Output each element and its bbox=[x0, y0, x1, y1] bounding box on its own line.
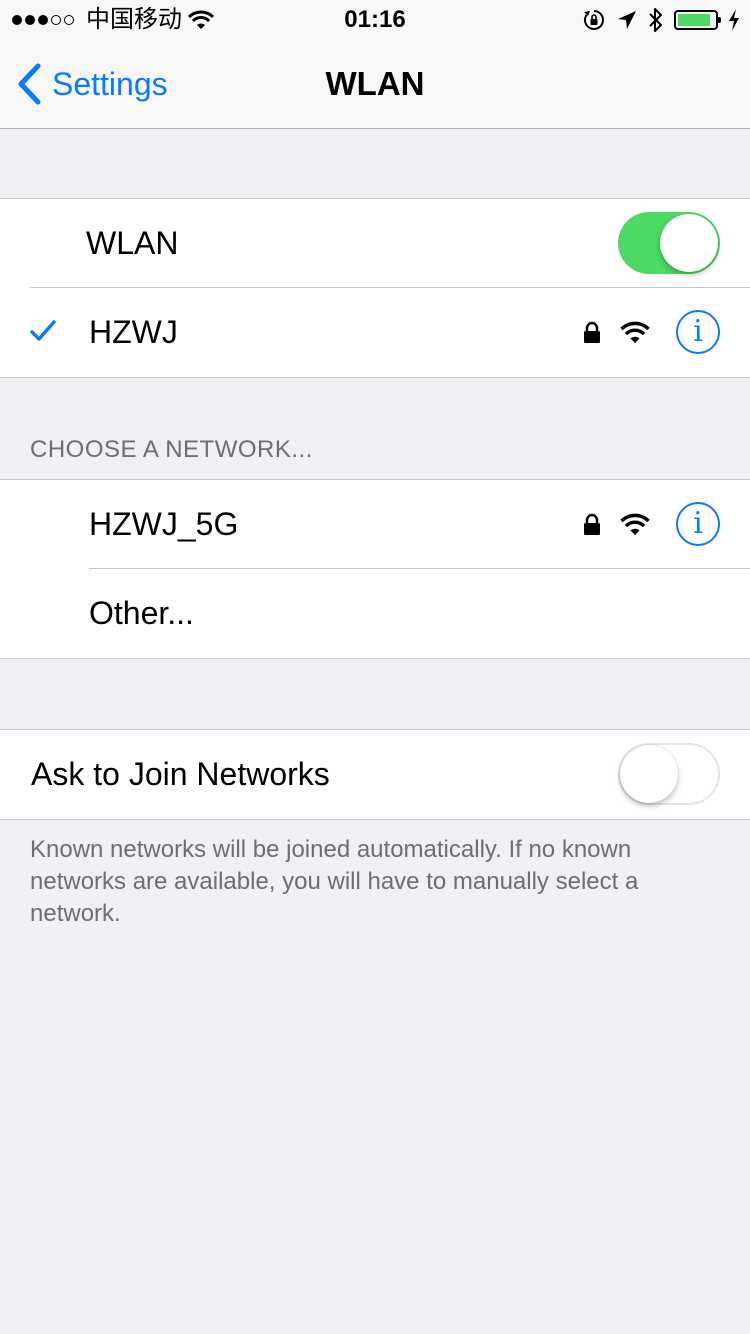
wlan-label: WLAN bbox=[86, 225, 179, 261]
checkmark-icon bbox=[30, 320, 56, 341]
info-button[interactable]: i bbox=[676, 310, 720, 354]
bluetooth-icon bbox=[649, 8, 662, 32]
other-network-row[interactable]: Other... bbox=[0, 569, 750, 658]
wifi-signal-icon bbox=[620, 321, 650, 343]
lock-icon bbox=[584, 321, 600, 343]
wlan-group: WLAN HZWJ i bbox=[0, 198, 750, 378]
page-title: WLAN bbox=[325, 65, 425, 102]
orientation-lock-icon bbox=[584, 10, 604, 30]
ask-to-join-label: Ask to Join Networks bbox=[31, 756, 330, 792]
section-header-choose-network: CHOOSE A NETWORK... bbox=[30, 436, 313, 463]
lock-icon bbox=[584, 513, 600, 535]
connected-network-row[interactable]: HZWJ i bbox=[0, 288, 750, 377]
wlan-toggle-row: WLAN bbox=[0, 199, 750, 288]
networks-group: HZWJ_5G i Other... bbox=[0, 479, 750, 659]
navigation-bar: Settings WLAN bbox=[0, 40, 750, 129]
other-network-label: Other... bbox=[89, 595, 194, 631]
toggle-knob bbox=[660, 214, 718, 272]
network-name: HZWJ_5G bbox=[89, 506, 239, 542]
battery-icon bbox=[674, 10, 721, 30]
ask-to-join-footer: Known networks will be joined automatica… bbox=[30, 836, 639, 927]
ask-to-join-group: Ask to Join Networks bbox=[0, 729, 750, 820]
toggle-knob bbox=[620, 745, 678, 803]
info-button[interactable]: i bbox=[676, 502, 720, 546]
location-arrow-icon bbox=[618, 11, 636, 29]
status-bar: 中国移动 01:16 bbox=[0, 0, 750, 40]
wifi-signal-icon bbox=[620, 513, 650, 535]
charging-bolt-icon bbox=[729, 9, 739, 31]
status-right bbox=[582, 6, 740, 34]
ask-to-join-row: Ask to Join Networks bbox=[0, 730, 750, 819]
network-row[interactable]: HZWJ_5G i bbox=[0, 480, 750, 569]
wlan-toggle[interactable] bbox=[618, 212, 720, 274]
connected-network-name: HZWJ bbox=[89, 314, 178, 350]
ask-to-join-toggle[interactable] bbox=[618, 743, 720, 805]
